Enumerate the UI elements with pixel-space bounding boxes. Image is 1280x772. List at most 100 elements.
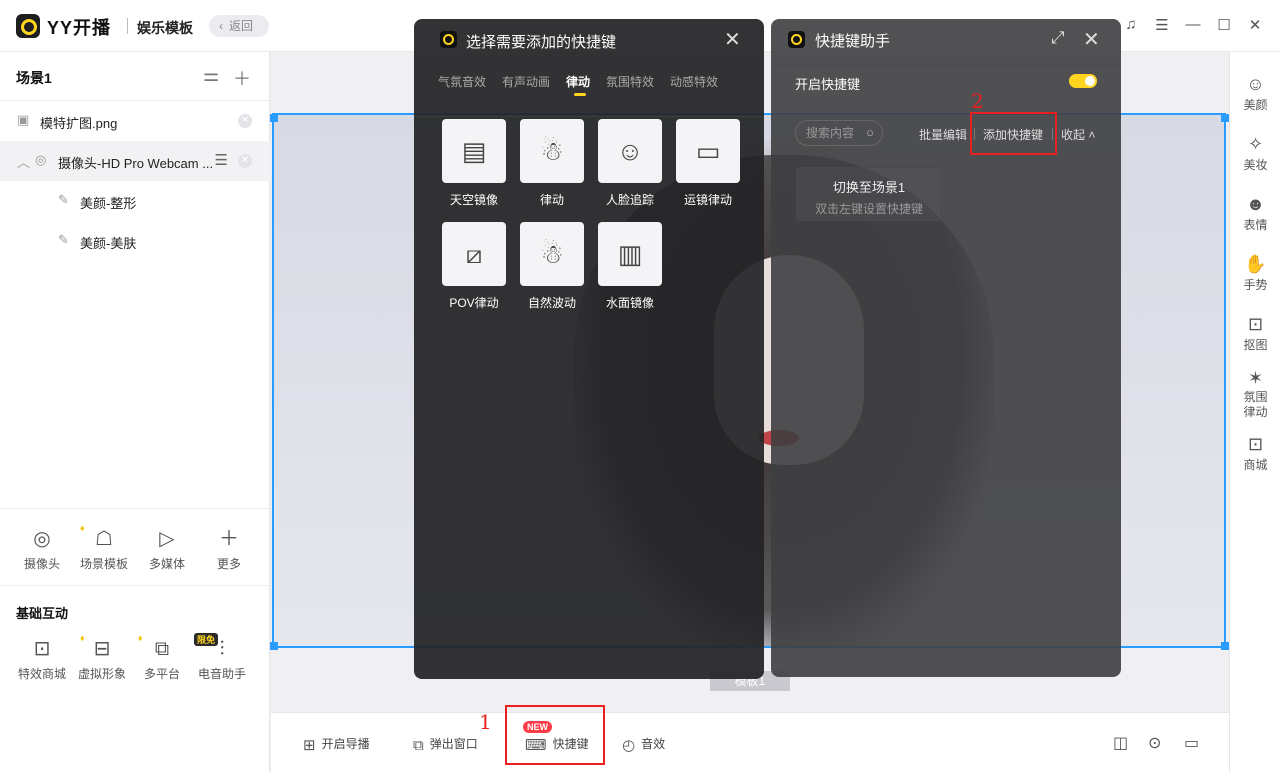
shop-icon: ⊡ — [33, 638, 51, 660]
effect-camera-move[interactable]: ▭ 运镜律动 — [676, 119, 740, 208]
tool-label: 多媒体 — [148, 557, 185, 571]
tab-sound-animation[interactable]: 有声动画 — [502, 73, 550, 90]
hotkey-card-hint: 双击左键设置快捷键 — [814, 202, 923, 216]
effect-label: 天空镜像 — [449, 193, 498, 207]
director-button[interactable]: ⊞ 开启导播 — [303, 735, 370, 754]
tool-multiplatform[interactable]: ♦ ⧉ 多平台 — [132, 633, 192, 682]
director-icon: ⊞ — [303, 737, 316, 754]
bottom-label: 开启导播 — [321, 737, 370, 751]
effect-label: 人脸追踪 — [605, 193, 654, 207]
back-label: 返回 — [229, 19, 254, 33]
remove-source-icon[interactable]: ✕ — [238, 114, 252, 128]
tool-scene-template[interactable]: ♦ ☖ 场景模板 — [74, 523, 134, 572]
remove-source-icon[interactable]: ✕ — [238, 154, 252, 168]
effect-face-tracking[interactable]: ☺ 人脸追踪 — [598, 119, 662, 208]
source-item[interactable]: ✎ 美颜-整形 — [0, 181, 270, 221]
sound-effect-button[interactable]: ◴ 音效 — [622, 735, 665, 754]
rail-shop[interactable]: ⊡ 商城 — [1230, 432, 1280, 473]
rail-ambient[interactable]: ✶ 氛围律动 — [1230, 366, 1280, 420]
tab-ambient-effects[interactable]: 氛围特效 — [606, 73, 654, 90]
source-item[interactable]: ▣ 模特扩图.png ✕ — [0, 101, 270, 141]
face-track-icon: ☺ — [598, 119, 662, 183]
camera-icon: ◎ — [35, 152, 47, 167]
beauty-icon: ☺ — [1246, 74, 1265, 94]
tool-camera[interactable]: ◎ 摄像头 — [12, 527, 72, 572]
rail-emoji[interactable]: ☻ 表情 — [1230, 192, 1280, 233]
hotkey-search-input[interactable]: 搜索内容 ○ — [795, 120, 883, 146]
tool-label: 摄像头 — [23, 557, 60, 571]
makeup-icon: ✧ — [1247, 134, 1264, 154]
rail-cutout[interactable]: ⊡ 抠图 — [1230, 312, 1280, 353]
effect-pov[interactable]: ⧄ POV律动 — [442, 222, 506, 311]
maximize-icon[interactable]: ☐ — [1214, 16, 1234, 34]
popup-window-button[interactable]: ⧉ 弹出窗口 — [413, 735, 478, 754]
effect-rhythm[interactable]: ☃ 律动 — [520, 119, 584, 208]
add-scene-icon[interactable]: ＋ — [233, 65, 251, 91]
rail-beauty[interactable]: ☺ 美颜 — [1230, 72, 1280, 113]
effect-water-mirror[interactable]: ▥ 水面镜像 — [598, 222, 662, 311]
beauty-icon: ✎ — [58, 192, 69, 207]
tool-effect-shop[interactable]: ⊡ 特效商城 — [12, 637, 72, 682]
tab-rhythm[interactable]: 律动 — [566, 73, 590, 96]
tool-media[interactable]: ▷ 多媒体 — [137, 527, 197, 572]
tool-label: 更多 — [216, 557, 241, 571]
annotation-box-2 — [970, 112, 1057, 155]
hotkey-card-title: 切换至场景1 — [832, 180, 906, 195]
rail-makeup[interactable]: ✧ 美妆 — [1230, 132, 1280, 173]
app-name: YY开播 — [47, 18, 112, 38]
hotkey-assistant-panel: 快捷键助手 ⤢ ✕ 开启快捷键 搜索内容 ○ 批量编辑 添加快捷键 收起 ˄ 切换… — [771, 19, 1121, 677]
tool-voice-assistant[interactable]: 限免 ⫶ 电音助手 — [192, 633, 252, 682]
vip-icon: ♦ — [138, 633, 143, 643]
effect-sky-mirror[interactable]: ▤ 天空镜像 — [442, 119, 506, 208]
source-item[interactable]: ︿ ◎ 摄像头-HD Pro Webcam ... ☰ ✕ — [0, 141, 270, 181]
back-button[interactable]: ‹ 返回 — [209, 15, 269, 37]
layout-icon[interactable]: ◫ — [1113, 733, 1128, 753]
settings-sliders-icon[interactable]: ⚌ — [203, 65, 219, 86]
record-icon[interactable]: ▭ — [1184, 733, 1199, 753]
select-hotkey-panel: 选择需要添加的快捷键 ✕ 气氛音效 有声动画 律动 氛围特效 动感特效 ▤ 天空镜… — [414, 19, 764, 679]
rail-label: 手势 — [1243, 278, 1268, 292]
tool-avatar[interactable]: ♦ ⊟ 虚拟形象 — [72, 633, 132, 682]
dance-icon: ☃ — [520, 119, 584, 183]
expand-icon[interactable]: ⤢ — [1051, 28, 1065, 48]
collapse-button[interactable]: 收起 ˄ — [1061, 126, 1095, 143]
close-icon[interactable]: ✕ — [1083, 27, 1100, 52]
effect-label: POV律动 — [449, 296, 499, 310]
app-logo — [16, 14, 40, 38]
hotkey-card[interactable]: 切换至场景1 双击左键设置快捷键 — [796, 167, 942, 221]
minimize-icon[interactable]: — — [1183, 16, 1203, 33]
close-icon[interactable]: ✕ — [1245, 16, 1265, 34]
pov-icon: ⧄ — [442, 222, 506, 286]
tool-more[interactable]: ＋ 更多 — [199, 527, 259, 572]
interaction-title: 基础互动 — [16, 606, 69, 621]
image-icon: ▣ — [17, 112, 30, 127]
collapse-chevron-icon[interactable]: ︿ — [17, 152, 30, 171]
wave-icon: ☃ — [520, 222, 584, 286]
tool-label: 特效商城 — [17, 667, 66, 681]
source-item[interactable]: ✎ 美颜-美肤 — [0, 221, 270, 261]
support-icon[interactable]: ♫ — [1121, 16, 1141, 33]
rail-label: 氛围律动 — [1243, 390, 1268, 419]
panel-title: 快捷键助手 — [815, 33, 891, 50]
water-mirror-icon: ▥ — [598, 222, 662, 286]
chevron-left-icon: ‹ — [219, 19, 223, 33]
batch-edit-button[interactable]: 批量编辑 — [919, 126, 967, 143]
resize-handle[interactable] — [270, 642, 278, 650]
chevron-up-icon: ˄ — [1088, 128, 1096, 142]
divider — [0, 585, 270, 586]
effect-natural-wave[interactable]: ☃ 自然波动 — [520, 222, 584, 311]
rail-gesture[interactable]: ✋ 手势 — [1230, 252, 1280, 293]
source-label: 美颜-整形 — [80, 196, 137, 211]
close-icon[interactable]: ✕ — [724, 27, 741, 52]
resize-handle[interactable] — [1221, 642, 1229, 650]
tab-atmosphere-sound[interactable]: 气氛音效 — [438, 73, 486, 90]
screenshot-icon[interactable]: ⊙ — [1148, 733, 1161, 753]
effect-label: 水面镜像 — [605, 296, 654, 310]
resize-handle[interactable] — [1221, 114, 1229, 122]
menu-icon[interactable]: ☰ — [1152, 16, 1172, 34]
tab-dynamic-effects[interactable]: 动感特效 — [670, 73, 718, 90]
resize-handle[interactable] — [270, 114, 278, 122]
source-menu-icon[interactable]: ☰ — [215, 151, 228, 169]
enable-hotkey-toggle[interactable] — [1069, 74, 1097, 88]
effect-label: 律动 — [539, 193, 564, 207]
